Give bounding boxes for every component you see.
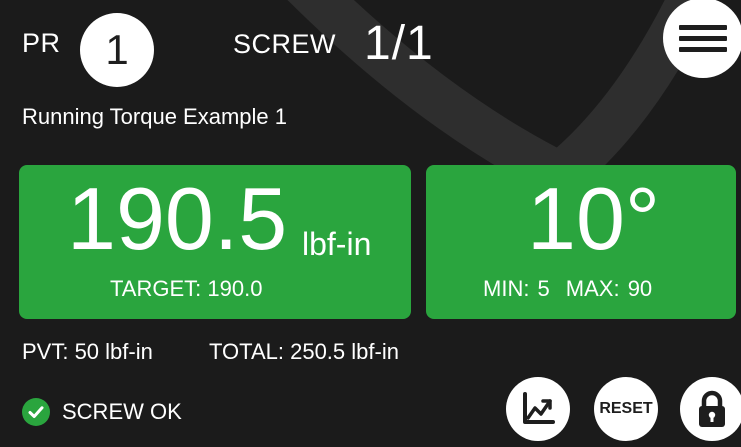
menu-button[interactable] [663, 0, 741, 78]
graph-icon [523, 392, 555, 424]
graph-button[interactable] [506, 377, 570, 441]
lock-button[interactable] [680, 377, 741, 441]
angle-value: 10° [527, 169, 661, 268]
torque-target: TARGET: 190.0 [110, 276, 263, 301]
total-value: TOTAL: 250.5 lbf-in [209, 339, 399, 364]
torque-value: 190.5 [67, 169, 288, 268]
hamburger-menu-icon-bar [679, 46, 727, 52]
pvt-value: PVT: 50 lbf-in [22, 339, 153, 364]
torque-unit: lbf-in [302, 226, 372, 262]
lock-icon [699, 390, 725, 427]
pr-number: 1 [105, 26, 129, 73]
status-text: SCREW OK [62, 399, 182, 424]
pr-label: PR [22, 28, 61, 58]
angle-limits: MIN: 5 MAX: 90 [483, 276, 652, 302]
hamburger-menu-icon [679, 24, 727, 30]
reset-button[interactable]: RESET [594, 377, 658, 441]
angle-min: MIN: 5 [483, 276, 550, 301]
angle-max: MAX: 90 [565, 276, 653, 301]
check-circle-icon [22, 398, 50, 426]
pr-number-badge[interactable]: 1 [80, 13, 154, 87]
screw-label: SCREW [233, 29, 336, 59]
hamburger-menu-icon-bar [679, 35, 727, 41]
screw-count: 1/1 [364, 17, 434, 70]
program-name: Running Torque Example 1 [22, 104, 287, 129]
screw-status: SCREW OK [22, 398, 182, 426]
